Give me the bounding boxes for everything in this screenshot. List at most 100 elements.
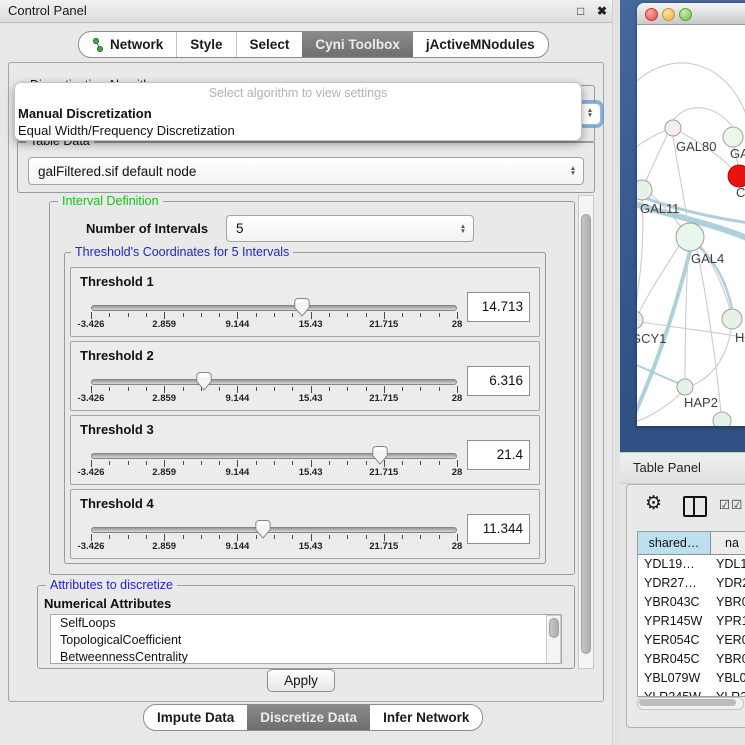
thresholds-group: Threshold's Coordinates for 5 Intervals … [64,252,546,564]
tab-style[interactable]: Style [176,32,235,57]
network-node-h[interactable] [722,309,742,329]
right-side: GAL80GACGAL11GAL4GCY1HHAP2 Table Panel ⚙… [620,0,745,745]
table-row[interactable]: YPR145WYPR1 [638,612,745,631]
slider-track[interactable] [91,527,457,533]
slider-track[interactable] [91,453,457,459]
network-node-ga[interactable] [723,127,743,147]
network-node-label: H [735,330,744,345]
network-node-gal80[interactable] [665,120,681,136]
network-node-gal4[interactable] [676,223,704,251]
network-edge[interactable] [637,200,643,311]
tab-jactivemnodules[interactable]: jActiveMNodules [413,32,548,57]
minor-tick [219,535,220,539]
table-row[interactable]: YBR045CYBR0 [638,650,745,669]
float-window-icon[interactable]: □ [577,4,584,18]
threshold-slider-3[interactable]: -3.4262.8599.14415.4321.71528 [91,450,457,480]
major-tick [457,534,458,541]
minor-tick [366,313,367,317]
minor-tick [420,387,421,391]
tick-label: 9.144 [226,393,250,404]
numerical-attributes-list[interactable]: SelfLoopsTopologicalCoefficientBetweenne… [50,614,562,664]
column-header-shared-name[interactable]: shared… [638,532,711,554]
dropdown-option-manual-discretization[interactable]: Manual Discretization [15,105,581,122]
node-table[interactable]: shared…naYDL19…YDL1YDR27…YDR2YBR043CYBR0… [637,531,745,697]
threshold-value-field[interactable]: 6.316 [467,366,530,396]
apply-button[interactable]: Apply [267,669,335,692]
threshold-value-field[interactable]: 14.713 [467,292,530,322]
column-header-name[interactable]: na [711,532,745,554]
minor-tick [402,535,403,539]
cyni-bottom-tabbar: Impute DataDiscretize DataInfer Network [143,704,483,731]
threshold-label: Threshold 1 [80,274,154,289]
tab-select[interactable]: Select [236,32,303,57]
network-node-gal11[interactable] [637,180,652,200]
algorithm-dropdown-popup: Select algorithm to view settings Manual… [14,82,582,141]
table-row[interactable]: YDR27…YDR2 [638,574,745,593]
threshold-value-field[interactable]: 21.4 [467,440,530,470]
network-edge[interactable] [639,246,679,313]
bottom-tab-infer-network[interactable]: Infer Network [370,705,482,730]
number-of-intervals-combobox[interactable]: 5 ▲▼ [226,215,474,242]
minor-tick [420,535,421,539]
network-node-gcy1[interactable] [637,311,643,329]
network-edge[interactable] [637,363,683,385]
split-columns-icon[interactable] [683,496,707,517]
bottom-tab-discretize-data[interactable]: Discretize Data [247,705,370,730]
table-row[interactable]: YBL079WYBL0 [638,669,745,688]
threshold-slider-2[interactable]: -3.4262.8599.14415.4321.71528 [91,376,457,406]
network-node[interactable] [713,412,731,426]
table-panel-header: Table Panel [620,452,745,484]
cell-shared-name: YLR345W [638,688,716,697]
network-node-hap2[interactable] [677,379,693,395]
algorithm-combobox-focused[interactable]: ▲▼ [579,103,601,125]
network-edge[interactable] [637,63,745,117]
list-scrollbar[interactable] [546,615,561,664]
table-row[interactable]: YBR043CYBR0 [638,593,745,612]
threshold-slider-1[interactable]: -3.4262.8599.14415.4321.71528 [91,302,457,332]
zoom-traffic-light-icon[interactable] [679,8,692,21]
minor-tick [347,387,348,391]
threshold-value-field[interactable]: 11.344 [467,514,530,544]
network-window[interactable]: GAL80GACGAL11GAL4GCY1HHAP2 [637,3,745,426]
tick-label: 2.859 [152,393,176,404]
network-edge[interactable] [673,108,733,128]
tab-network[interactable]: Network [79,32,176,57]
slider-thumb[interactable] [372,446,388,465]
close-traffic-light-icon[interactable] [645,8,658,21]
table-row[interactable]: YER054CYER0 [638,631,745,650]
major-tick [91,534,92,541]
settings-scroll-area: Interval Definition Number of Intervals … [17,195,595,669]
slider-thumb[interactable] [255,520,271,539]
close-icon[interactable]: ✖ [597,4,607,18]
attribute-list-item[interactable]: TopologicalCoefficient [51,632,561,649]
network-node-c[interactable] [728,165,745,187]
dropdown-option-equal-width-frequency[interactable]: Equal Width/Frequency Discretization [15,122,581,139]
network-canvas[interactable]: GAL80GACGAL11GAL4GCY1HHAP2 [637,25,745,426]
table-horizontal-scrollbar[interactable] [637,697,744,710]
slider-track[interactable] [91,305,457,311]
slider-thumb[interactable] [294,298,310,317]
minor-tick [256,461,257,465]
threshold-slider-4[interactable]: -3.4262.8599.14415.4321.71528 [91,524,457,554]
gear-icon[interactable]: ⚙ [645,492,662,514]
checkboxes-icon[interactable]: ☑☑ [719,497,743,512]
slider-thumb[interactable] [196,372,212,391]
major-tick [237,312,238,319]
attribute-list-item[interactable]: BetweennessCentrality [51,649,561,664]
slider-track[interactable] [91,379,457,385]
cell-name: YLR3 [716,688,745,697]
settings-vertical-scrollbar[interactable] [578,195,594,669]
minimize-traffic-light-icon[interactable] [662,8,675,21]
table-row[interactable]: YLR345WYLR3 [638,688,745,697]
network-node-label: HAP2 [684,395,718,410]
minor-tick [329,461,330,465]
network-edge[interactable] [646,135,667,181]
tick-label: 2.859 [152,541,176,552]
table-row[interactable]: YDL19…YDL1 [638,555,745,574]
bottom-tab-impute-data[interactable]: Impute Data [144,705,247,730]
panel-tabbar: NetworkStyleSelectCyni ToolboxjActiveMNo… [78,31,549,58]
tab-cyni-toolbox[interactable]: Cyni Toolbox [302,32,413,57]
minor-tick [146,387,147,391]
attribute-list-item[interactable]: SelfLoops [51,615,561,632]
table-data-combobox[interactable]: galFiltered.sif default node ▲▼ [28,157,584,185]
